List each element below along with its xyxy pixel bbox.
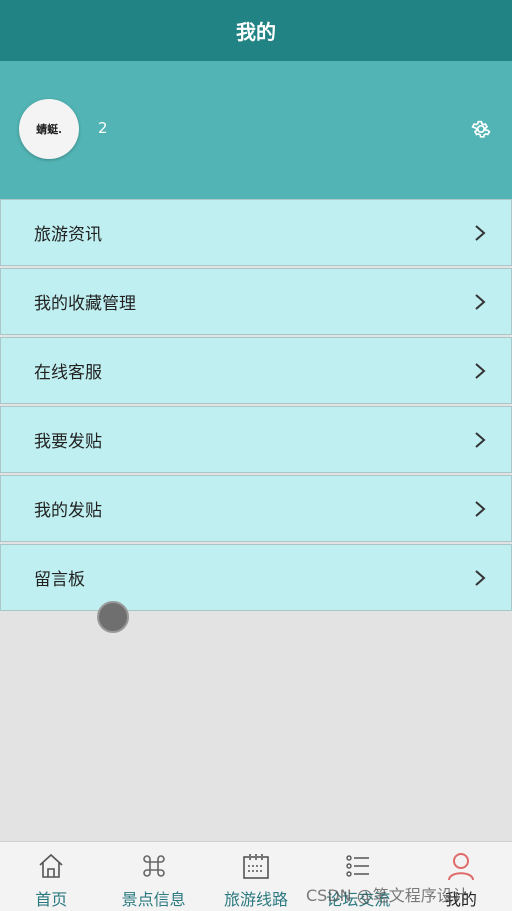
tab-attractions[interactable]: 景点信息	[102, 842, 204, 911]
tab-label: 景点信息	[121, 890, 186, 909]
tab-label: 旅游线路	[224, 890, 289, 909]
page-header: 我的	[0, 0, 512, 61]
username: 2	[98, 119, 108, 137]
command-icon	[142, 855, 165, 877]
menu-item-label: 我的发贴	[34, 501, 102, 521]
chevron-right-icon	[475, 500, 486, 517]
menu-item-my-posts[interactable]: 我的发贴	[0, 475, 512, 542]
tab-label: 首页	[35, 890, 68, 909]
menu-item-message-board[interactable]: 留言板	[0, 544, 512, 611]
menu-item-label: 在线客服	[34, 363, 102, 383]
home-icon	[39, 853, 63, 878]
menu-item-new-post[interactable]: 我要发贴	[0, 406, 512, 473]
menu-item-favorites[interactable]: 我的收藏管理	[0, 268, 512, 335]
chevron-right-icon	[475, 569, 486, 586]
watermark: CSDN @笔文程序设计	[306, 886, 469, 905]
menu-item-label: 我要发贴	[34, 432, 102, 452]
menu-item-label: 我的收藏管理	[34, 294, 136, 314]
calendar-icon	[243, 854, 269, 879]
menu-item-label: 留言板	[34, 570, 85, 590]
touch-indicator	[97, 601, 129, 633]
chevron-right-icon	[475, 362, 486, 379]
chevron-right-icon	[475, 224, 486, 241]
list-icon	[346, 855, 370, 877]
user-icon	[447, 853, 474, 881]
menu-item-travel-news[interactable]: 旅游资讯	[0, 199, 512, 266]
menu-item-online-service[interactable]: 在线客服	[0, 337, 512, 404]
chevron-right-icon	[475, 431, 486, 448]
avatar[interactable]: 蜻蜓.	[19, 99, 79, 159]
page-title: 我的	[236, 20, 276, 44]
gear-icon[interactable]	[470, 118, 492, 140]
chevron-right-icon	[475, 293, 486, 310]
tab-home[interactable]: 首页	[0, 842, 102, 911]
menu-item-label: 旅游资讯	[34, 225, 102, 245]
menu-list: 旅游资讯 我的收藏管理 在线客服 我要发贴 我的发贴 留言板	[0, 199, 512, 613]
avatar-logo-text: 蜻蜓.	[36, 123, 62, 136]
profile-panel: 蜻蜓. 2	[0, 61, 512, 199]
tab-routes[interactable]: 旅游线路	[205, 842, 307, 911]
